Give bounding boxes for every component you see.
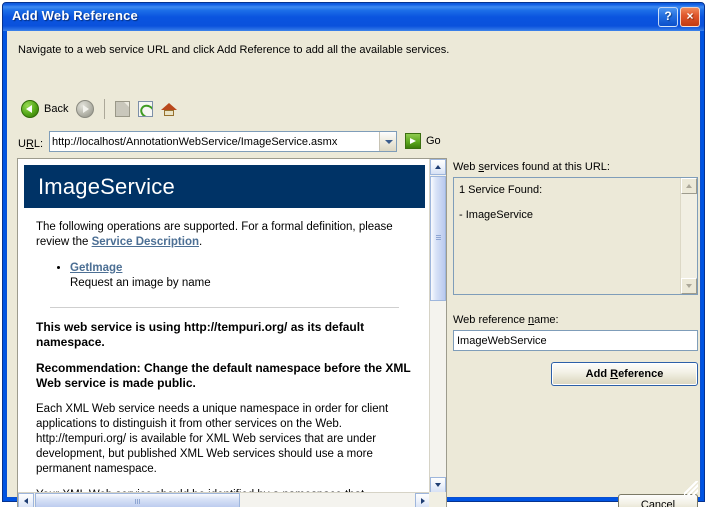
scroll-up-icon[interactable] [430,159,446,175]
service-description-link[interactable]: Service Description [92,236,199,248]
url-input[interactable] [52,134,374,149]
screen: Add Web Reference ? × Navigate to a web … [0,0,709,507]
divider [50,307,399,308]
web-document: ImageService The following operations ar… [18,159,431,493]
add-web-reference-dialog: Add Web Reference ? × Navigate to a web … [2,2,705,507]
services-found-label: Web services found at this URL: [453,161,610,173]
go-arrow-icon [405,133,421,149]
cancel-button[interactable]: Cancel [618,494,698,507]
stop-button [111,96,134,122]
help-icon[interactable]: ? [658,7,678,27]
scrollbar-corner [429,492,446,507]
service-body: The following operations are supported. … [18,220,431,493]
url-combobox[interactable] [49,131,397,152]
browser-horizontal-scrollbar[interactable] [18,492,431,507]
dialog-title: Add Web Reference [12,8,138,23]
navigation-toolbar: Back [17,93,181,125]
back-button-label: Back [44,103,69,115]
back-arrow-icon [21,100,39,118]
close-icon[interactable]: × [680,7,700,27]
operation-description: Request an image by name [70,277,211,289]
instruction-text: Navigate to a web service URL and click … [18,44,450,56]
home-button[interactable] [157,96,181,122]
back-button[interactable]: Back [17,96,72,122]
namespace-notice: This web service is using http://tempuri… [36,320,365,349]
forward-button [72,96,98,122]
services-found-count: 1 Service Found: [459,184,543,196]
scroll-down-icon [681,278,697,294]
service-header: ImageService [24,165,425,208]
listbox-scrollbar [680,178,697,294]
close-glyph: × [686,9,694,23]
scroll-left-icon[interactable] [18,493,34,507]
intro-paragraph: The following operations are supported. … [36,221,393,248]
namespace-paragraph-1: Each XML Web service needs a unique name… [36,403,389,475]
stop-icon [115,101,131,117]
help-glyph: ? [664,9,672,23]
toolbar-separator [104,99,106,119]
go-button-label: Go [426,135,441,147]
horizontal-scroll-thumb[interactable] [35,493,240,507]
go-button[interactable]: Go [405,133,441,149]
reference-name-field[interactable] [453,330,698,351]
dialog-client-area: Navigate to a web service URL and click … [6,31,701,507]
chevron-down-icon[interactable] [379,132,396,151]
vertical-scroll-thumb[interactable] [430,176,446,301]
scroll-up-icon [681,178,697,194]
title-bar[interactable]: Add Web Reference ? × [3,3,704,31]
reference-name-input[interactable] [457,333,693,348]
reference-name-label: Web reference name: [453,314,559,326]
list-item[interactable]: - ImageService [459,208,542,223]
add-reference-button[interactable]: Add Reference [551,362,698,386]
service-title: ImageService [38,173,175,199]
dialog-body: Navigate to a web service URL and click … [7,31,700,507]
services-list-content: 1 Service Found: - ImageService [459,183,542,223]
operation-link-getimage[interactable]: GetImage [70,262,122,274]
list-item: GetImage Request an image by name [70,261,413,291]
operations-list: GetImage Request an image by name [36,261,413,291]
home-icon [161,102,178,117]
refresh-icon [138,101,154,117]
services-listbox[interactable]: 1 Service Found: - ImageService [453,177,698,295]
resize-grip[interactable] [684,481,698,495]
browser-vertical-scrollbar[interactable] [429,159,446,493]
refresh-button[interactable] [134,96,157,122]
caption-buttons: ? × [658,7,700,27]
scroll-down-icon[interactable] [430,477,446,493]
web-browser-pane[interactable]: ImageService The following operations ar… [17,158,447,507]
forward-arrow-icon [76,100,95,118]
namespace-recommendation: Recommendation: Change the default names… [36,361,411,390]
url-label: URL: [18,138,44,150]
